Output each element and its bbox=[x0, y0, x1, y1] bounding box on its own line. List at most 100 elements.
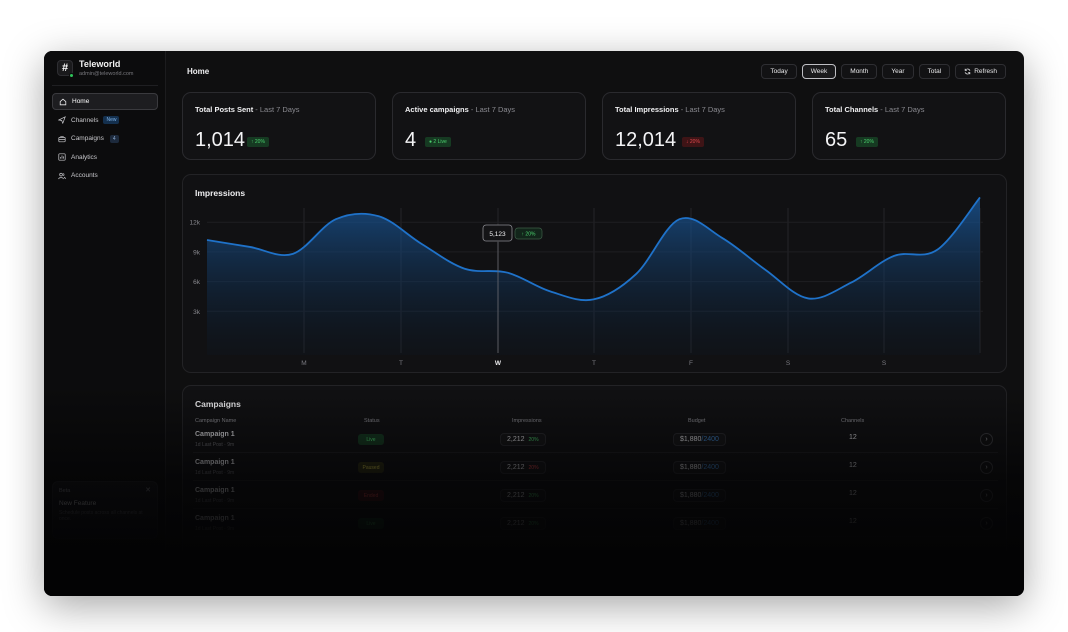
channel-count: 12 bbox=[849, 462, 857, 469]
column-header: Campaign Name bbox=[195, 418, 237, 424]
chevron-right-icon[interactable]: › bbox=[980, 433, 993, 446]
filter-month-button[interactable]: Month bbox=[841, 64, 878, 79]
channel-count: 12 bbox=[849, 434, 857, 441]
sidebar: # Teleworld admin@teleworld.com Home Cha… bbox=[44, 51, 166, 596]
y-tick-label: 12k bbox=[190, 220, 201, 227]
row-divider bbox=[193, 480, 998, 481]
table-row[interactable]: Campaign 1 1d Last Post · 9m Paused 2,212 20… bbox=[193, 457, 998, 481]
status-badge: Live bbox=[358, 518, 384, 529]
trend-badge: ↓ 20% bbox=[682, 137, 704, 147]
stat-card-impressions[interactable]: Total Impressions - Last 7 Days 12,014 ↓… bbox=[602, 92, 796, 160]
sidebar-nav: Home Channels New Campaigns 4 Analytics … bbox=[52, 93, 158, 186]
tooltip-value: 5,123 bbox=[489, 231, 506, 238]
filter-year-button[interactable]: Year bbox=[882, 64, 914, 79]
new-badge: New bbox=[103, 116, 120, 124]
campaign-name[interactable]: Campaign 1 bbox=[195, 431, 235, 438]
impressions-chart[interactable]: M T W T F S S 12k 9k 6k 3k 5,123 ↑ 20% bbox=[183, 175, 1008, 374]
campaign-meta: 1d Last Post · 9m bbox=[195, 498, 235, 504]
impressions-pill: 2,212 20% bbox=[500, 489, 546, 502]
row-divider bbox=[193, 536, 998, 537]
promo-card[interactable]: Beta ✕ New Feature Schedule posts across… bbox=[52, 481, 158, 539]
stat-value: 1,014 bbox=[195, 129, 246, 151]
campaigns-panel: Campaigns Campaign Name Status Impressio… bbox=[182, 385, 1007, 595]
campaign-count-badge: 4 bbox=[109, 134, 119, 143]
column-header: Impressions bbox=[512, 418, 542, 424]
account-email: admin@teleworld.com bbox=[79, 71, 134, 77]
x-tick-label: M bbox=[301, 360, 306, 367]
column-header: Channels bbox=[841, 418, 865, 424]
y-tick-label: 9k bbox=[193, 249, 201, 256]
stat-card-posts[interactable]: Total Posts Sent - Last 7 Days 1,014 ↑ 2… bbox=[182, 92, 376, 160]
sidebar-item-campaigns[interactable]: Campaigns 4 bbox=[52, 130, 158, 147]
impressions-pill: 2,212 20% bbox=[500, 461, 546, 474]
campaign-name[interactable]: Campaign 1 bbox=[195, 487, 235, 494]
chevron-right-icon[interactable]: › bbox=[980, 517, 993, 530]
stat-title: Total Channels - Last 7 Days bbox=[825, 105, 925, 114]
app-window: # Teleworld admin@teleworld.com Home Cha… bbox=[44, 51, 1024, 596]
filter-today-button[interactable]: Today bbox=[761, 64, 797, 79]
filter-week-button[interactable]: Week bbox=[801, 64, 837, 79]
budget-pill: $1,880/2400 bbox=[673, 489, 726, 502]
campaign-name[interactable]: Campaign 1 bbox=[195, 515, 235, 522]
refresh-button[interactable]: Refresh bbox=[955, 64, 1006, 79]
sidebar-item-label: Campaigns bbox=[71, 135, 104, 142]
trend-badge: ↑ 20% bbox=[247, 137, 269, 147]
chevron-right-icon[interactable]: › bbox=[980, 489, 993, 502]
refresh-label: Refresh bbox=[974, 68, 997, 75]
close-icon[interactable]: ✕ bbox=[145, 486, 151, 494]
stat-title: Total Posts Sent - Last 7 Days bbox=[195, 105, 300, 114]
stat-card-channels[interactable]: Total Channels - Last 7 Days 65 ↑ 20% bbox=[812, 92, 1006, 160]
y-tick-label: 6k bbox=[193, 279, 201, 286]
campaigns-title: Campaigns bbox=[195, 399, 241, 409]
promo-tag: Beta bbox=[59, 488, 71, 494]
sidebar-item-accounts[interactable]: Accounts bbox=[52, 167, 158, 184]
x-tick-label: F bbox=[689, 360, 693, 367]
campaign-meta: 1d Last Post · 9m bbox=[195, 442, 235, 448]
sidebar-item-label: Home bbox=[72, 98, 90, 105]
campaign-meta: 1d Last Post · 9m bbox=[195, 470, 235, 476]
table-row[interactable]: Campaign 1 1d Last Post · 9m Ended 2,212 20%… bbox=[193, 485, 998, 509]
brand[interactable]: # Teleworld admin@teleworld.com bbox=[57, 58, 162, 84]
live-badge: ● 2 Live bbox=[425, 137, 451, 147]
stat-card-campaigns[interactable]: Active campaigns - Last 7 Days 4 ● 2 Liv… bbox=[392, 92, 586, 160]
sidebar-item-analytics[interactable]: Analytics bbox=[52, 149, 158, 166]
campaign-name[interactable]: Campaign 1 bbox=[195, 459, 235, 466]
impressions-pill: 2,212 20% bbox=[500, 517, 546, 530]
row-divider bbox=[193, 452, 998, 453]
impressions-pill: 2,212 20% bbox=[500, 433, 546, 446]
channel-count: 12 bbox=[849, 490, 857, 497]
stat-value: 4 bbox=[405, 129, 417, 151]
stat-title: Total Impressions - Last 7 Days bbox=[615, 105, 725, 114]
stat-value: 65 bbox=[825, 129, 848, 151]
table-row[interactable]: Campaign 1 1d Last Post · 9m Live 2,212 20% $… bbox=[193, 513, 998, 537]
stat-value: 12,014 bbox=[615, 129, 677, 151]
tooltip-change: ↑ 20% bbox=[522, 232, 536, 238]
brand-name: Teleworld bbox=[79, 59, 121, 69]
sidebar-item-label: Accounts bbox=[71, 172, 98, 179]
users-icon bbox=[58, 172, 66, 179]
trend-badge: ↑ 20% bbox=[856, 137, 878, 147]
budget-pill: $1,880/2400 bbox=[673, 433, 726, 446]
promo-text: Schedule posts across all channels at on… bbox=[59, 510, 143, 522]
briefcase-icon bbox=[58, 135, 66, 142]
campaign-meta: 1d Last Post · 9m bbox=[195, 526, 235, 532]
channel-count: 12 bbox=[849, 518, 857, 525]
page-title: Home bbox=[187, 67, 210, 76]
sidebar-item-channels[interactable]: Channels New bbox=[52, 112, 158, 129]
x-tick-label: S bbox=[882, 360, 887, 367]
row-divider bbox=[193, 508, 998, 509]
status-badge: Ended bbox=[358, 490, 384, 501]
filter-total-button[interactable]: Total bbox=[918, 64, 951, 79]
chart-icon bbox=[58, 153, 66, 161]
send-icon bbox=[58, 116, 66, 124]
table-row[interactable]: Campaign 1 1d Last Post · 9m Live 2,212 20% $… bbox=[193, 429, 998, 453]
column-header: Budget bbox=[688, 418, 706, 424]
column-header: Status bbox=[364, 418, 380, 424]
budget-pill: $1,880/2400 bbox=[673, 517, 726, 530]
chevron-right-icon[interactable]: › bbox=[980, 461, 993, 474]
home-icon bbox=[59, 98, 67, 105]
promo-title: New Feature bbox=[59, 500, 97, 507]
sidebar-item-home[interactable]: Home bbox=[52, 93, 158, 110]
stat-title: Active campaigns - Last 7 Days bbox=[405, 105, 516, 114]
status-badge: Live bbox=[358, 434, 384, 445]
